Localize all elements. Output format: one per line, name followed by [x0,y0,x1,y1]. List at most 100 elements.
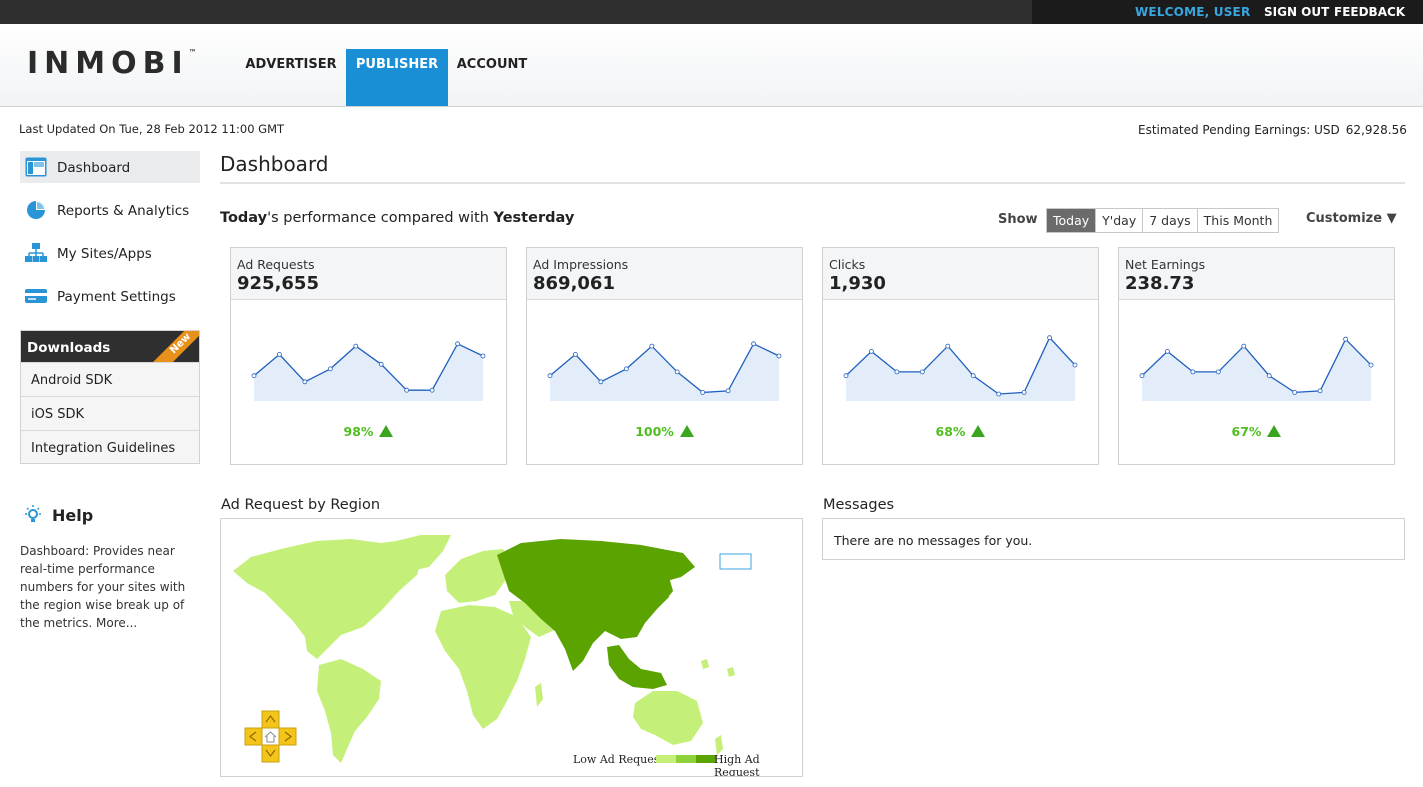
sidebar-item-reports[interactable]: Reports & Analytics [20,194,200,226]
page-title: Dashboard [220,152,329,176]
legend-mid-swatch [676,755,696,763]
sparkline-point [894,369,900,375]
sparkline-point [251,373,257,379]
sparkline-point [623,366,629,372]
metric-change: 68% [823,424,1098,439]
sparkline-point [776,353,782,359]
customize-dropdown[interactable]: Customize ▼ [1306,211,1397,226]
sparkline-area [846,337,1075,401]
range-this-month-button[interactable]: This Month [1197,209,1279,232]
sidebar-item-label: Reports & Analytics [57,203,190,219]
sparkline-point [1343,336,1349,342]
performance-heading: Today's performance compared with Yester… [220,210,575,226]
sparkline-point [1072,362,1078,368]
range-7-days-button[interactable]: 7 days [1143,209,1198,232]
metric-value: 869,061 [533,273,615,294]
sparkline-chart [843,335,1078,401]
sparkline-point [649,343,655,349]
download-integration-guidelines[interactable]: Integration Guidelines [21,430,199,464]
sparkline-point [1215,369,1221,375]
sparkline-point [996,391,1002,397]
sparkline-chart [1139,336,1374,401]
sparkline-point [1047,335,1053,341]
sparkline-area [254,343,483,401]
sparkline-point [1266,373,1272,379]
sidebar-item-dashboard[interactable]: Dashboard [20,151,200,183]
tab-account[interactable]: ACCOUNT [452,49,532,106]
sparkline-point [1317,388,1323,394]
region-south-america [317,659,381,763]
sidebar-item-payment-settings[interactable]: Payment Settings [20,280,200,312]
sparkline-point [327,366,333,372]
messages-panel: There are no messages for you. [822,518,1405,560]
header: INMOBI™ ADVERTISER PUBLISHER ACCOUNT [0,24,1423,107]
sparkline-point [598,379,604,385]
metric-header: Ad Requests 925,655 [231,248,506,300]
welcome-label: WELCOME, USER [1135,5,1251,19]
sidebar-item-label: Payment Settings [57,289,176,305]
pending-earnings: Estimated Pending Earnings: USD 62,928.56 [1138,123,1407,137]
metric-header: Clicks 1,930 [823,248,1098,300]
download-android-sdk[interactable]: Android SDK [21,362,199,396]
lightbulb-icon [22,504,44,526]
metric-card-ad-impressions: Ad Impressions 869,061 100% [526,247,803,465]
sparkline-point [1139,373,1145,379]
sparkline-point [1241,343,1247,349]
map-legend-bar [656,755,716,763]
legend-high-label: High Ad Request [714,753,760,777]
metric-card-ad-requests: Ad Requests 925,655 98% [230,247,507,465]
sidebar-item-sites-apps[interactable]: My Sites/Apps [20,237,200,269]
sparkline-point [573,352,578,357]
inmobi-logo[interactable]: INMOBI™ [27,46,197,81]
trend-up-icon [1267,425,1282,437]
world-map[interactable]: Low Ad Request High Ad Request [220,518,803,777]
sparkline-point [970,373,976,379]
pending-earnings-value: 62,928.56 [1345,123,1407,137]
sparkline-point [945,343,951,349]
metric-value: 925,655 [237,273,319,294]
title-divider [220,182,1405,184]
sparkline-point [302,379,308,385]
help-title: Help [52,506,94,525]
region-madagascar [535,683,543,707]
tab-advertiser[interactable]: ADVERTISER [241,49,341,106]
sparkline-point [869,349,874,354]
downloads-panel: Downloads New Android SDK iOS SDK Integr… [20,330,200,464]
sparkline-point [404,387,410,393]
downloads-header: Downloads New [21,331,199,362]
pie-chart-icon [25,200,47,220]
sparkline-point [725,388,731,394]
sparkline-chart [251,341,486,401]
pending-earnings-label: Estimated Pending Earnings: USD [1138,123,1340,137]
sparkline-point [1190,369,1196,375]
sign-out-link[interactable]: SIGN OUT [1264,5,1329,19]
map-selection-box [719,553,752,570]
region-pacific-islands [701,659,735,755]
sparkline-point [843,373,849,379]
region-africa [435,605,531,729]
feedback-link[interactable]: FEEDBACK [1334,5,1405,19]
last-updated-text: Last Updated On Tue, 28 Feb 2012 11:00 G… [19,122,285,136]
sparkline-point [277,352,282,357]
metric-name: Clicks [829,257,866,272]
region-map-title: Ad Request by Region [221,497,381,513]
sparkline-area [1142,339,1371,401]
credit-card-icon [25,286,47,306]
map-pan-control[interactable] [244,710,297,763]
download-ios-sdk[interactable]: iOS SDK [21,396,199,430]
range-yesterday-button[interactable]: Y'day [1096,209,1144,232]
metric-value: 1,930 [829,273,886,294]
tab-publisher[interactable]: PUBLISHER [346,49,448,106]
sparkline-point [547,373,553,379]
metric-change: 98% [231,424,506,439]
sparkline-point [353,343,359,349]
sitemap-icon [25,243,47,263]
no-messages-text: There are no messages for you. [834,533,1033,548]
range-today-button[interactable]: Today [1047,209,1097,232]
metric-name: Ad Requests [237,257,315,272]
downloads-title: Downloads [27,340,111,356]
trend-up-icon [679,425,694,437]
trend-up-icon [971,425,986,437]
world-map-svg [233,535,752,763]
sparkline-point [378,361,384,367]
